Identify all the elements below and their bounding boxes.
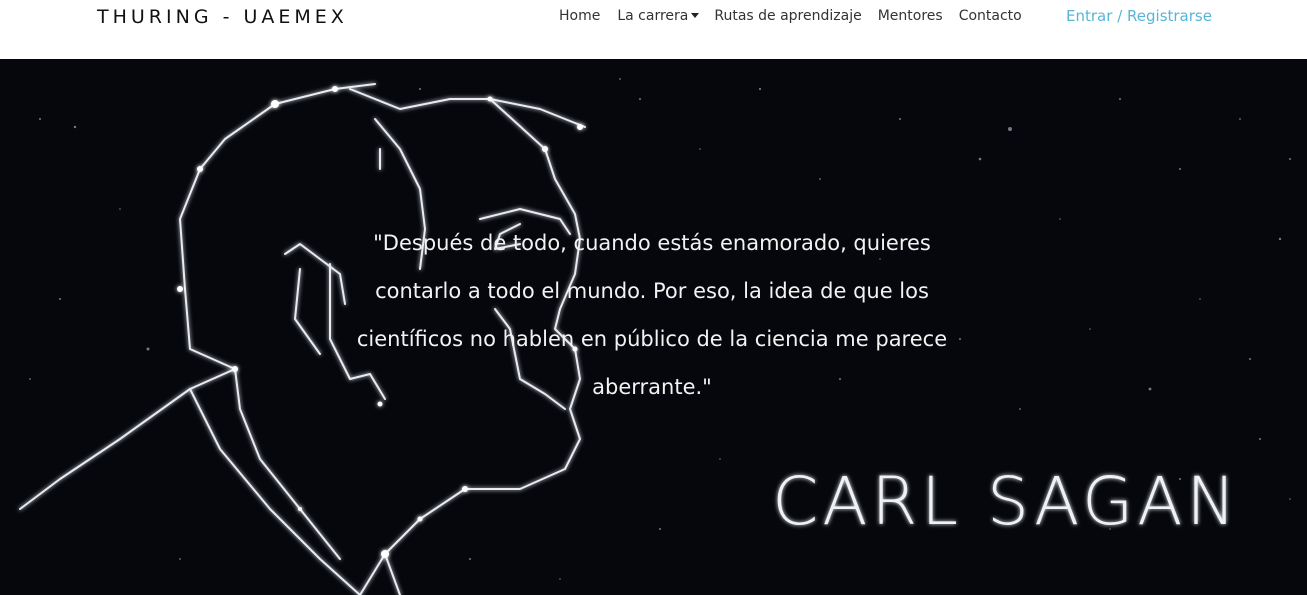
auth-links: Entrar / Registrarse: [1066, 7, 1212, 25]
carl-sagan-title: CARL SAGAN: [772, 463, 1240, 540]
nav-la-carrera-label: La carrera: [617, 8, 689, 24]
nav-rutas[interactable]: Rutas de aprendizaje: [714, 8, 861, 24]
navbar: THURING - UAEMEX Home La carrera Rutas d…: [0, 0, 1307, 59]
nav-mentores[interactable]: Mentores: [878, 8, 943, 24]
nav-menu: Home La carrera Rutas de aprendizaje Men…: [559, 8, 1022, 24]
brand-logo[interactable]: THURING - UAEMEX: [97, 6, 348, 28]
login-link[interactable]: Entrar: [1066, 7, 1112, 25]
hero-quote: "Después de todo, cuando estás enamorado…: [356, 231, 948, 399]
auth-separator: /: [1117, 7, 1123, 25]
register-link[interactable]: Registrarse: [1127, 7, 1212, 25]
nav-la-carrera-dropdown[interactable]: La carrera: [617, 8, 700, 24]
hero-banner: CARL SAGAN "Después de todo, cuando está…: [0, 59, 1307, 595]
nav-home[interactable]: Home: [559, 8, 600, 24]
nav-contacto[interactable]: Contacto: [959, 8, 1022, 24]
caret-down-icon: [691, 12, 700, 18]
